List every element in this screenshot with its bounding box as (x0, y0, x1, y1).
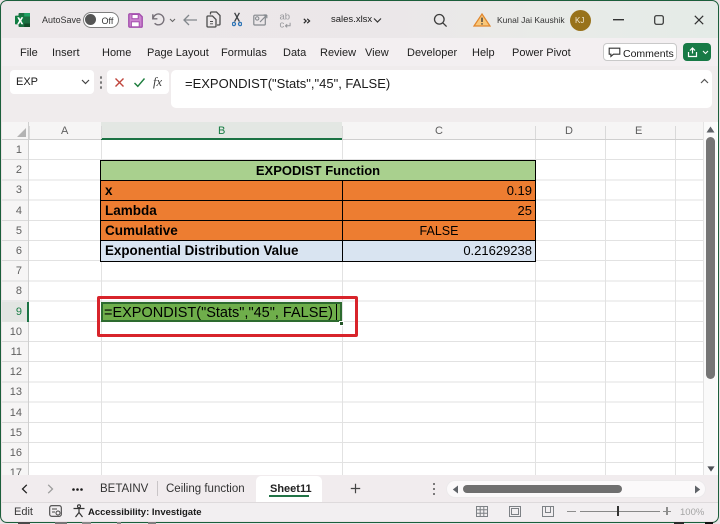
svg-text:c: c (280, 19, 285, 29)
